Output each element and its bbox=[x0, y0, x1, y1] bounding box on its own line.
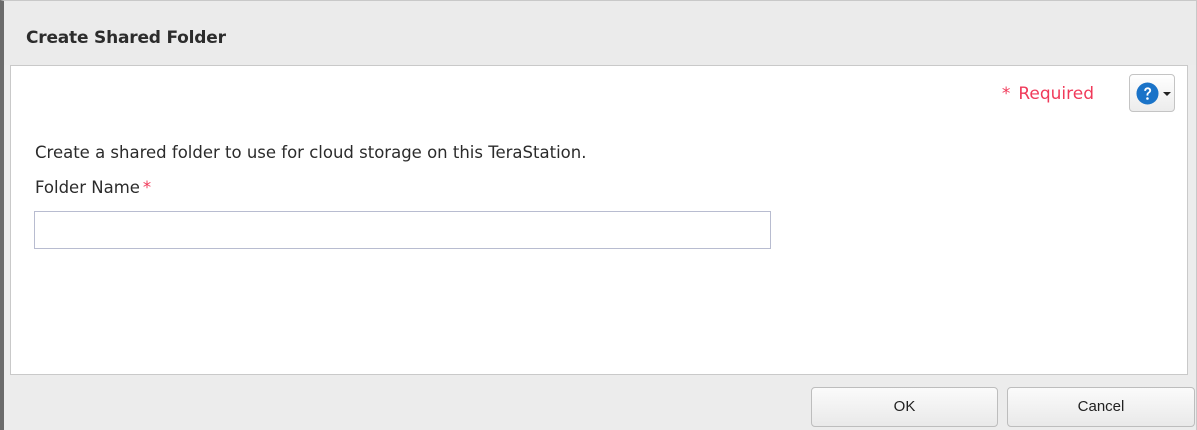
description-text: Create a shared folder to use for cloud … bbox=[35, 143, 587, 162]
dialog-title: Create Shared Folder bbox=[26, 28, 226, 48]
required-star: * bbox=[1001, 84, 1011, 104]
folder-name-label-text: Folder Name bbox=[35, 178, 140, 197]
required-legend: * Required bbox=[1002, 84, 1094, 104]
dialog-content: * Required Create a shared folder to use … bbox=[10, 65, 1188, 375]
create-shared-folder-dialog: Create Shared Folder * Required Create a … bbox=[0, 0, 1197, 430]
dialog-title-bar: Create Shared Folder bbox=[4, 1, 1196, 65]
cancel-button[interactable]: Cancel bbox=[1007, 387, 1195, 427]
caret-down-icon bbox=[1163, 92, 1171, 96]
ok-button[interactable]: OK bbox=[811, 387, 998, 427]
help-button[interactable] bbox=[1129, 74, 1175, 112]
folder-name-input[interactable] bbox=[34, 211, 771, 249]
folder-name-required-star: * bbox=[142, 178, 152, 197]
required-label: Required bbox=[1018, 84, 1094, 104]
folder-name-label: Folder Name * bbox=[35, 178, 151, 197]
question-circle-icon bbox=[1136, 82, 1159, 105]
